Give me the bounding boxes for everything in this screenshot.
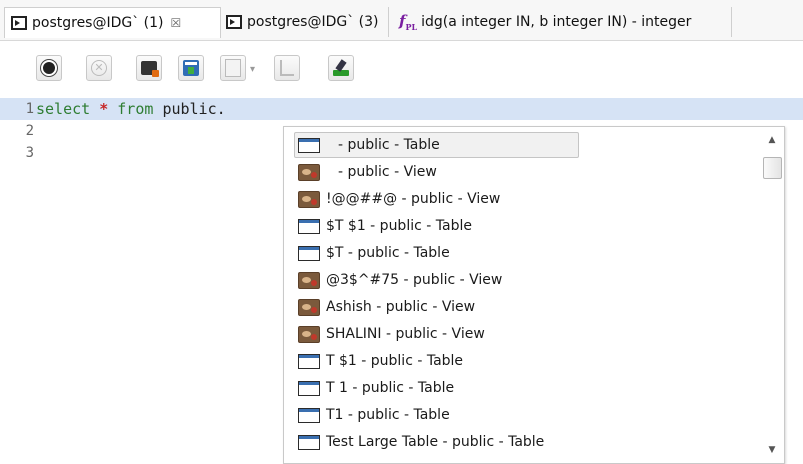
autocomplete-popup[interactable]: - public - Table - public - View !@@##@ -… <box>283 126 785 464</box>
completion-item-label: $T $1 - public - Table <box>326 217 472 234</box>
completion-item-label: Ashish - public - View <box>326 298 476 315</box>
scroll-down-icon[interactable]: ▼ <box>760 445 784 455</box>
completion-item-label: Test Large Table - public - Table <box>326 433 545 450</box>
completion-item[interactable]: SHALINI - public - View <box>284 320 760 347</box>
export-results-button[interactable] <box>178 55 204 81</box>
close-tab-icon[interactable]: ☒ <box>171 17 182 29</box>
explain-plan-icon <box>141 61 159 77</box>
completion-item-label: !@@##@ - public - View <box>326 190 501 207</box>
sql-editor-icon <box>226 15 242 29</box>
table-icon <box>296 217 324 235</box>
cancel-icon: ✕ <box>91 60 107 76</box>
completion-item-label: - public - Table <box>338 136 440 153</box>
table-icon <box>296 352 324 370</box>
tab-postgres-3[interactable]: postgres@IDG` (3) <box>220 7 389 37</box>
execute-button[interactable] <box>36 55 62 81</box>
completion-item-label: SHALINI - public - View <box>326 325 485 342</box>
autocomplete-list: - public - Table - public - View !@@##@ -… <box>284 131 760 455</box>
format-button[interactable] <box>274 55 300 81</box>
line-number: 3 <box>25 145 34 161</box>
completion-item-label: - public - View <box>338 163 437 180</box>
completion-item[interactable]: Ashish - public - View <box>284 293 760 320</box>
scroll-up-icon[interactable]: ▲ <box>760 135 784 145</box>
table-icon <box>296 379 324 397</box>
completion-item[interactable]: $T - public - Table <box>284 239 760 266</box>
table-icon <box>296 244 324 262</box>
view-icon <box>296 190 324 208</box>
completion-item[interactable]: $T $1 - public - Table <box>284 212 760 239</box>
explain-plan-button[interactable] <box>136 55 162 81</box>
completion-item[interactable]: Test Large Table - public - Table <box>284 428 760 455</box>
tab-postgres-1[interactable]: postgres@IDG` (1) ☒ <box>4 7 221 38</box>
editor-tab-bar: postgres@IDG` (1) ☒ postgres@IDG` (3) fP… <box>0 0 803 41</box>
completion-item-label: T1 - public - Table <box>326 406 450 423</box>
tab-label: postgres@IDG` (1) <box>32 15 164 31</box>
view-icon <box>296 325 324 343</box>
export-results-icon <box>183 60 199 76</box>
completion-item-label: $T - public - Table <box>326 244 450 261</box>
completion-item-label: T $1 - public - Table <box>326 352 464 369</box>
tab-label: idg(a integer IN, b integer IN) - intege… <box>421 14 692 30</box>
cancel-button[interactable]: ✕ <box>86 55 112 81</box>
clear-button[interactable] <box>328 55 354 81</box>
history-icon <box>225 59 241 77</box>
table-icon <box>296 136 324 154</box>
table-icon <box>296 406 324 424</box>
line-number: 1 <box>25 101 34 117</box>
completion-item-label: @3$^#75 - public - View <box>326 271 503 288</box>
editor-toolbar: ✕ ▾ <box>0 41 803 93</box>
tab-label: postgres@IDG` (3) <box>247 14 379 30</box>
vertical-scrollbar[interactable]: ▲ ▼ <box>760 127 784 463</box>
clear-icon <box>332 60 350 76</box>
sql-editor-icon <box>11 16 27 30</box>
chevron-down-icon[interactable]: ▾ <box>250 64 255 75</box>
completion-item[interactable]: T1 - public - Table <box>284 401 760 428</box>
completion-item[interactable]: - public - View <box>284 158 760 185</box>
completion-item[interactable]: @3$^#75 - public - View <box>284 266 760 293</box>
table-icon <box>296 433 324 451</box>
completion-item[interactable]: T 1 - public - Table <box>284 374 760 401</box>
code-text[interactable]: select * from public. <box>36 98 226 120</box>
completion-item[interactable]: T $1 - public - Table <box>284 347 760 374</box>
view-icon <box>296 271 324 289</box>
view-icon <box>296 298 324 316</box>
editor-line[interactable]: 1 select * from public. <box>0 98 803 120</box>
completion-item[interactable]: !@@##@ - public - View <box>284 185 760 212</box>
completion-item-label: T 1 - public - Table <box>326 379 455 396</box>
view-icon <box>296 163 324 181</box>
tab-function-idg[interactable]: fPL idg(a integer IN, b integer IN) - in… <box>391 7 732 37</box>
format-icon <box>280 60 294 76</box>
scrollbar-thumb[interactable] <box>763 157 782 179</box>
function-icon: fPL <box>399 11 418 32</box>
history-button[interactable] <box>220 55 246 81</box>
execute-icon <box>41 60 57 76</box>
completion-item[interactable]: - public - Table <box>284 131 760 158</box>
line-number: 2 <box>25 123 34 139</box>
